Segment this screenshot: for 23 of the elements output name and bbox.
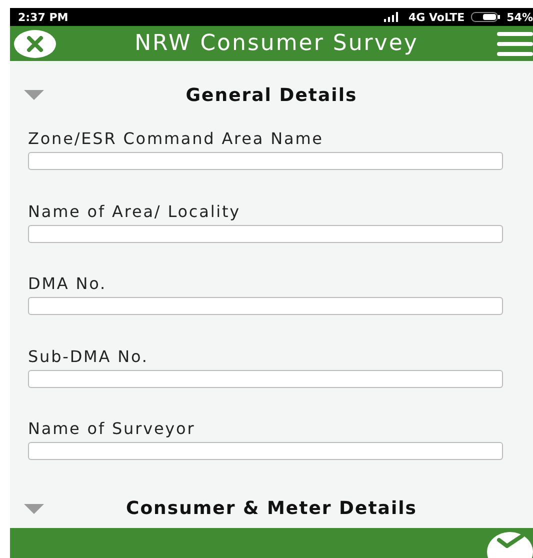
status-time: 2:37 PM xyxy=(18,10,68,24)
field-label: Zone/ESR Command Area Name xyxy=(28,129,324,148)
battery-icon xyxy=(470,12,501,22)
checkmark-icon xyxy=(495,532,525,548)
text-field[interactable] xyxy=(28,152,503,170)
text-field[interactable] xyxy=(28,297,503,315)
field-label: Sub-DMA No. xyxy=(28,346,150,366)
close-icon xyxy=(26,36,44,52)
app-title: NRW Consumer Survey xyxy=(134,31,420,56)
menu-button[interactable] xyxy=(497,32,533,56)
text-field[interactable] xyxy=(28,224,503,242)
battery-level: 54% xyxy=(506,10,533,24)
text-field[interactable] xyxy=(28,442,503,460)
close-button[interactable] xyxy=(14,30,56,58)
field-label: Name of Surveyor xyxy=(28,419,196,438)
field-label: Name of Area/ Locality xyxy=(28,202,242,220)
section-title: Consumer & Meter Details xyxy=(124,498,418,519)
field-label: DMA No. xyxy=(28,274,108,293)
section-title: General Details xyxy=(184,84,358,106)
collapse-triangle-icon[interactable] xyxy=(24,90,44,100)
text-field[interactable] xyxy=(28,370,503,388)
network-label: 4G VoLTE xyxy=(408,10,465,24)
collapse-triangle-icon[interactable] xyxy=(24,504,44,514)
